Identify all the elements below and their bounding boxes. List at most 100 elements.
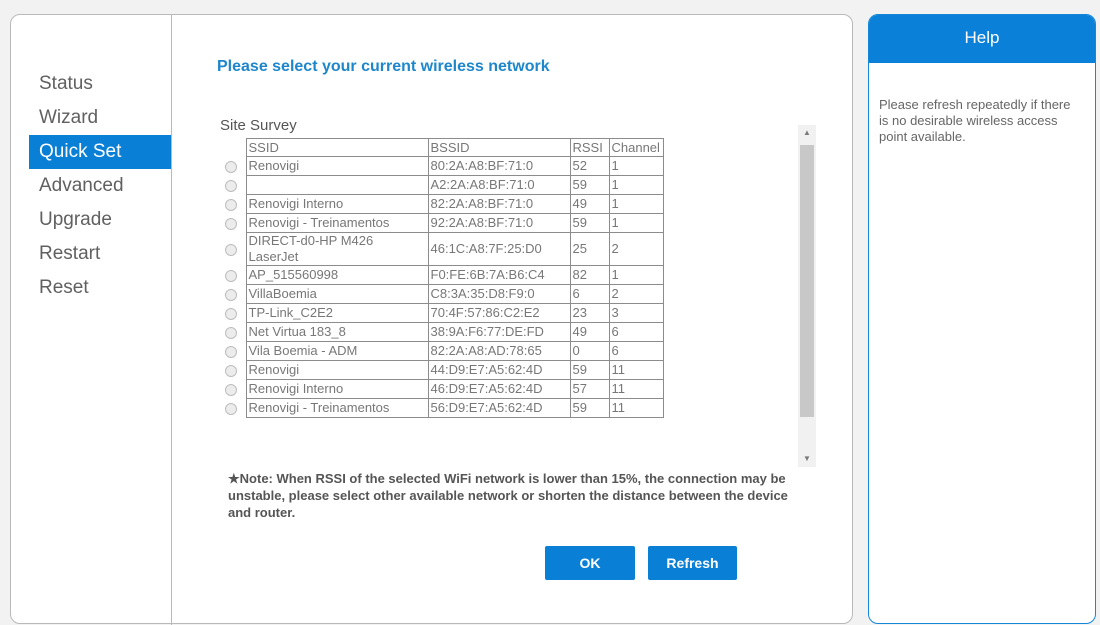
cell-ssid: Vila Boemia - ADM xyxy=(245,341,429,361)
network-radio[interactable] xyxy=(225,269,237,282)
rssi-note: ★Note: When RSSI of the selected WiFi ne… xyxy=(228,471,788,520)
radio-cell xyxy=(222,157,246,176)
network-radio[interactable] xyxy=(225,345,237,358)
sidebar-item-advanced[interactable]: Advanced xyxy=(11,169,171,203)
cell-ssid: Renovigi Interno xyxy=(245,379,429,399)
cell-rssi: 57 xyxy=(569,379,610,399)
cell-bssid: 82:2A:A8:BF:71:0 xyxy=(427,194,571,214)
cell-rssi: 59 xyxy=(569,360,610,380)
table-row[interactable]: Renovigi - Treinamentos 56:D9:E7:A5:62:4D… xyxy=(222,398,664,418)
cell-bssid: 80:2A:A8:BF:71:0 xyxy=(427,156,571,176)
cell-bssid: 38:9A:F6:77:DE:FD xyxy=(427,322,571,342)
column-header-bssid: BSSID xyxy=(427,138,571,157)
sidebar-item-reset[interactable]: Reset xyxy=(11,271,171,305)
ok-button[interactable]: OK xyxy=(545,546,635,580)
table-row[interactable]: Vila Boemia - ADM 82:2A:A8:AD:78:65 0 6 xyxy=(222,341,664,361)
cell-bssid: A2:2A:A8:BF:71:0 xyxy=(427,175,571,195)
radio-cell xyxy=(222,285,246,304)
network-radio[interactable] xyxy=(225,198,237,211)
column-header-rssi: RSSI xyxy=(569,138,610,157)
table-row[interactable]: Renovigi Interno 46:D9:E7:A5:62:4D 57 11 xyxy=(222,379,664,399)
help-text: Please refresh repeatedly if there is no… xyxy=(879,97,1071,144)
network-radio[interactable] xyxy=(225,179,237,192)
cell-rssi: 49 xyxy=(569,194,610,214)
cell-bssid: 56:D9:E7:A5:62:4D xyxy=(427,398,571,418)
cell-ssid: VillaBoemia xyxy=(245,284,429,304)
radio-cell xyxy=(222,214,246,233)
cell-channel: 1 xyxy=(608,156,664,176)
cell-bssid: C8:3A:35:D8:F9:0 xyxy=(427,284,571,304)
cell-channel: 11 xyxy=(608,398,664,418)
cell-rssi: 6 xyxy=(569,284,610,304)
network-radio[interactable] xyxy=(225,243,237,256)
table-row[interactable]: Renovigi 44:D9:E7:A5:62:4D 59 11 xyxy=(222,360,664,380)
scroll-up-arrow-icon[interactable]: ▲ xyxy=(798,125,816,141)
cell-channel: 1 xyxy=(608,213,664,233)
network-radio[interactable] xyxy=(225,288,237,301)
column-header-channel: Channel xyxy=(608,138,664,157)
radio-cell xyxy=(222,361,246,380)
radio-cell xyxy=(222,399,246,418)
cell-bssid: 92:2A:A8:BF:71:0 xyxy=(427,213,571,233)
cell-rssi: 0 xyxy=(569,341,610,361)
survey-scrollbar[interactable]: ▲ ▼ xyxy=(798,125,816,467)
sidebar-item-upgrade[interactable]: Upgrade xyxy=(11,203,171,237)
radio-cell xyxy=(222,304,246,323)
network-radio[interactable] xyxy=(225,160,237,173)
cell-rssi: 52 xyxy=(569,156,610,176)
sidebar-item-quick-set[interactable]: Quick Set xyxy=(29,135,171,169)
cell-rssi: 59 xyxy=(569,175,610,195)
network-radio[interactable] xyxy=(225,402,237,415)
cell-channel: 1 xyxy=(608,175,664,195)
page-heading: Please select your current wireless netw… xyxy=(217,58,550,75)
scroll-thumb[interactable] xyxy=(800,145,814,417)
network-radio[interactable] xyxy=(225,383,237,396)
radio-cell xyxy=(222,380,246,399)
network-radio[interactable] xyxy=(225,364,237,377)
help-title: Help xyxy=(869,15,1095,63)
cell-ssid: Renovigi xyxy=(245,156,429,176)
cell-channel: 11 xyxy=(608,360,664,380)
sidebar-divider xyxy=(171,15,172,625)
network-radio[interactable] xyxy=(225,307,237,320)
site-survey-table: SSID BSSID RSSI Channel Renovigi 80:2A:A8… xyxy=(222,138,664,418)
cell-channel: 6 xyxy=(608,341,664,361)
table-row[interactable]: A2:2A:A8:BF:71:0 59 1 xyxy=(222,175,664,195)
cell-rssi: 25 xyxy=(569,232,610,266)
cell-rssi: 82 xyxy=(569,265,610,285)
sidebar-item-wizard[interactable]: Wizard xyxy=(11,101,171,135)
table-row[interactable]: AP_515560998 F0:FE:6B:7A:B6:C4 82 1 xyxy=(222,265,664,285)
header-spacer xyxy=(222,139,246,157)
site-survey-list: SSID BSSID RSSI Channel Renovigi 80:2A:A8… xyxy=(222,138,805,451)
sidebar-item-status[interactable]: Status xyxy=(11,67,171,101)
sidebar-item-restart[interactable]: Restart xyxy=(11,237,171,271)
table-row[interactable]: TP-Link_C2E2 70:4F:57:86:C2:E2 23 3 xyxy=(222,303,664,323)
cell-channel: 2 xyxy=(608,232,664,266)
cell-bssid: 46:D9:E7:A5:62:4D xyxy=(427,379,571,399)
cell-bssid: 82:2A:A8:AD:78:65 xyxy=(427,341,571,361)
table-row[interactable]: VillaBoemia C8:3A:35:D8:F9:0 6 2 xyxy=(222,284,664,304)
cell-ssid: Renovigi - Treinamentos xyxy=(245,398,429,418)
cell-bssid: 70:4F:57:86:C2:E2 xyxy=(427,303,571,323)
cell-channel: 11 xyxy=(608,379,664,399)
refresh-button[interactable]: Refresh xyxy=(648,546,737,580)
radio-cell xyxy=(222,342,246,361)
scroll-down-arrow-icon[interactable]: ▼ xyxy=(798,451,816,467)
table-row[interactable]: Renovigi Interno 82:2A:A8:BF:71:0 49 1 xyxy=(222,194,664,214)
cell-rssi: 59 xyxy=(569,213,610,233)
cell-rssi: 23 xyxy=(569,303,610,323)
help-panel: Help Please refresh repeatedly if there … xyxy=(868,14,1096,624)
cell-channel: 1 xyxy=(608,194,664,214)
radio-cell xyxy=(222,266,246,285)
cell-ssid: TP-Link_C2E2 xyxy=(245,303,429,323)
cell-channel: 2 xyxy=(608,284,664,304)
table-row[interactable]: Net Virtua 183_8 38:9A:F6:77:DE:FD 49 6 xyxy=(222,322,664,342)
cell-channel: 1 xyxy=(608,265,664,285)
radio-cell xyxy=(222,323,246,342)
table-row[interactable]: DIRECT-d0-HP M426 LaserJet 46:1C:A8:7F:25… xyxy=(222,232,664,266)
table-row[interactable]: Renovigi - Treinamentos 92:2A:A8:BF:71:0 5… xyxy=(222,213,664,233)
network-radio[interactable] xyxy=(225,217,237,230)
cell-ssid: Renovigi - Treinamentos xyxy=(245,213,429,233)
table-row[interactable]: Renovigi 80:2A:A8:BF:71:0 52 1 xyxy=(222,156,664,176)
network-radio[interactable] xyxy=(225,326,237,339)
